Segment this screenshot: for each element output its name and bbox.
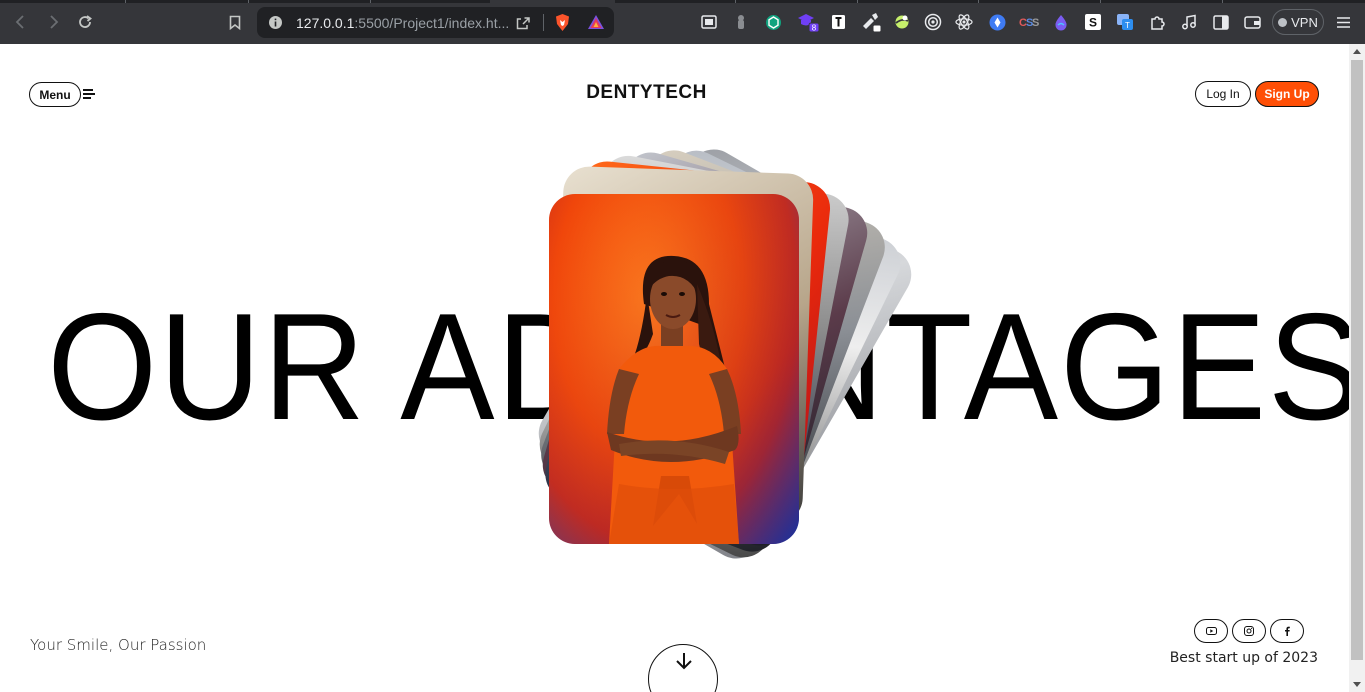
address-bar[interactable]: 127.0.0.1:5500/Project1/index.ht... — [257, 7, 614, 38]
share-icon[interactable] — [515, 15, 531, 31]
browser-menu-icon[interactable] — [1334, 13, 1352, 31]
vpn-status-icon — [1278, 17, 1288, 27]
target-icon[interactable] — [924, 13, 942, 31]
address-divider — [543, 14, 544, 31]
url-host: 127.0.0.1 — [296, 15, 355, 31]
arrow-down-icon — [676, 653, 692, 670]
svg-text:S: S — [1032, 17, 1039, 29]
reload-icon — [79, 15, 92, 28]
scroll-up-arrow-icon[interactable] — [1353, 49, 1361, 54]
wallet-icon[interactable] — [1243, 13, 1261, 31]
extensions-icon[interactable] — [1148, 13, 1166, 31]
active-tab[interactable] — [490, 0, 615, 3]
bookmark-icon — [229, 15, 241, 30]
bookmark-button[interactable] — [225, 12, 245, 32]
notion-icon[interactable] — [829, 13, 847, 31]
browser-toolbar: 127.0.0.1:5500/Project1/index.ht... 8 CS… — [0, 0, 1365, 44]
woman-portrait-icon — [549, 194, 799, 544]
youtube-button[interactable] — [1194, 619, 1228, 643]
chatgpt-icon[interactable] — [764, 13, 782, 31]
instagram-icon — [1244, 626, 1254, 636]
tab-divider — [1222, 0, 1223, 3]
svg-text:T: T — [1125, 21, 1130, 30]
tab-strip — [0, 0, 1365, 3]
web-page: Menu DENTYTECH Log In Sign Up OUR ADVANT… — [0, 44, 1349, 692]
css-icon[interactable]: CSS — [1019, 13, 1039, 31]
svg-text:S: S — [1089, 16, 1097, 30]
tab-divider — [248, 0, 249, 3]
music-icon[interactable] — [1180, 13, 1198, 31]
vpn-label: VPN — [1291, 14, 1318, 30]
instagram-button[interactable] — [1232, 619, 1266, 643]
brave-shield-icon[interactable] — [554, 13, 571, 32]
tab-divider — [1100, 0, 1101, 3]
startup-award-text: Best start up of 2023 — [1169, 650, 1318, 666]
tab-divider — [857, 0, 858, 3]
scrollbar-thumb[interactable] — [1351, 60, 1363, 660]
eyedropper-icon[interactable] — [860, 13, 882, 33]
screen-cast-icon[interactable] — [700, 13, 718, 31]
extension-badge: 8 — [812, 24, 817, 33]
translate-icon[interactable]: T — [1116, 13, 1134, 31]
arrow-right-icon — [50, 15, 59, 29]
scroll-down-arrow-icon[interactable] — [1353, 682, 1361, 687]
react-icon[interactable] — [955, 13, 973, 31]
portrait-card[interactable] — [549, 194, 799, 544]
sidebar-icon[interactable] — [1212, 13, 1230, 31]
url-text[interactable]: 127.0.0.1:5500/Project1/index.ht... — [296, 15, 509, 31]
tab-divider — [735, 0, 736, 3]
youtube-icon — [1205, 627, 1217, 635]
tab-divider — [370, 0, 371, 3]
brave-rewards-icon[interactable] — [587, 14, 605, 30]
drop-icon[interactable] — [1052, 13, 1070, 31]
color-ball-icon[interactable] — [893, 13, 911, 31]
back-button[interactable] — [11, 12, 31, 32]
forward-button[interactable] — [43, 12, 63, 32]
s-icon[interactable]: S — [1084, 13, 1102, 31]
arrow-left-icon — [15, 15, 24, 29]
facebook-icon — [1285, 626, 1290, 636]
tab-divider — [125, 0, 126, 3]
compass-icon[interactable] — [988, 13, 1006, 31]
page-scrollbar[interactable] — [1349, 44, 1365, 692]
url-path: :5500/Project1/index.ht... — [354, 15, 510, 31]
image-card-stack[interactable] — [0, 44, 1349, 692]
tab-divider — [978, 0, 979, 3]
info-icon[interactable] — [268, 15, 283, 30]
tagline: Your Smile, Our Passion — [30, 636, 207, 654]
hat-badge-icon[interactable]: 8 — [797, 13, 819, 33]
facebook-button[interactable] — [1270, 619, 1304, 643]
puzzle-pin-icon[interactable] — [732, 13, 750, 31]
vpn-button[interactable]: VPN — [1272, 9, 1324, 35]
reload-button[interactable] — [75, 12, 95, 32]
